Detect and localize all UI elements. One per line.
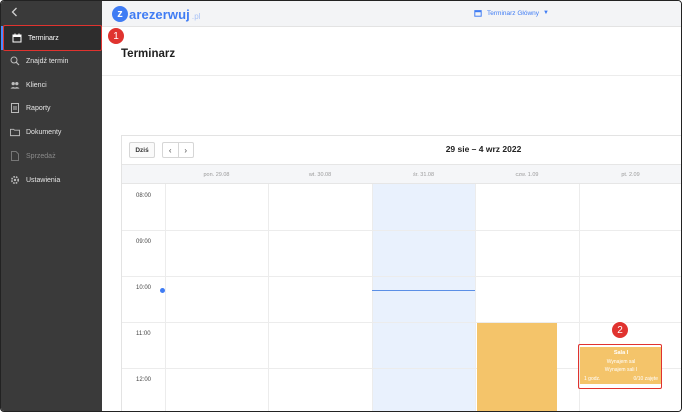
- event-block[interactable]: [477, 323, 557, 411]
- back-arrow-icon[interactable]: [9, 6, 23, 20]
- logo-suffix: .pl: [191, 11, 201, 21]
- folder-icon: [10, 127, 20, 137]
- sidebar-item-raporty[interactable]: Raporty: [1, 96, 102, 120]
- day-header: wt. 30.08: [308, 171, 332, 178]
- sidebar-item-klienci[interactable]: Klienci: [1, 73, 102, 97]
- day-header-row: pon. 29.08 wt. 30.08 śr. 31.08 czw. 1.09…: [122, 164, 681, 184]
- hour-line: [122, 230, 681, 231]
- time-label: 11:00: [136, 331, 151, 337]
- column-line: [475, 184, 476, 411]
- time-label: 08:00: [136, 193, 152, 199]
- sidebar-item-label: Raporty: [26, 104, 51, 112]
- calendar-toolbar: Dziś ‹ › 29 sie – 4 wrz 2022: [122, 136, 681, 164]
- page-title: Terminarz: [121, 48, 176, 60]
- sidebar-item-sprzedaz[interactable]: Sprzedaż: [1, 144, 102, 168]
- sidebar-item-ustawienia[interactable]: Ustawienia: [1, 168, 102, 192]
- time-label: 09:00: [136, 239, 152, 245]
- calendar-selector-label: Terminarz Główny: [487, 9, 540, 17]
- logo-text: arezerwuj .pl: [129, 7, 201, 22]
- caret-down-icon: ▼: [543, 10, 549, 16]
- highlight-box: [3, 25, 102, 51]
- gear-icon: [10, 175, 20, 185]
- calendar-icon: [474, 9, 482, 17]
- day-header: czw. 1.09: [515, 171, 539, 178]
- sidebar-item-label: Znajdź termin: [26, 57, 69, 65]
- divider: [102, 75, 681, 76]
- sidebar-item-znajdz-termin[interactable]: Znajdź termin: [1, 49, 102, 73]
- sidebar-item-label: Sprzedaż: [26, 152, 56, 160]
- sidebar-item-label: Klienci: [26, 81, 47, 89]
- highlight-box: [578, 344, 662, 389]
- sidebar-item-dokumenty[interactable]: Dokumenty: [1, 120, 102, 144]
- date-range-title: 29 sie – 4 wrz 2022: [445, 144, 522, 154]
- time-label: 10:00: [136, 285, 152, 291]
- sidebar-item-label: Dokumenty: [26, 128, 62, 136]
- calendar-selector[interactable]: Terminarz Główny ▼: [474, 9, 549, 17]
- document-icon: [10, 151, 20, 161]
- day-header: pon. 29.08: [203, 171, 230, 178]
- today-column: [372, 184, 475, 411]
- column-line: [268, 184, 269, 411]
- app-window: Terminarz Znajdź termin Klienci Raporty: [0, 0, 682, 412]
- logo-wordmark: arezerwuj: [129, 6, 190, 22]
- step-badge-2: 2: [611, 321, 629, 339]
- step-badge-1: 1: [107, 27, 125, 45]
- search-icon: [10, 56, 20, 66]
- hour-line: [122, 276, 681, 277]
- sidebar-item-label: Ustawienia: [26, 176, 61, 184]
- users-icon: [10, 80, 20, 90]
- logo[interactable]: z arezerwuj .pl: [112, 5, 201, 23]
- day-header: śr. 31.08: [412, 171, 435, 178]
- time-label: 12:00: [136, 377, 152, 383]
- current-time-dot: [160, 288, 165, 293]
- column-line: [165, 184, 166, 411]
- top-bar: z arezerwuj .pl Terminarz Główny ▼: [102, 1, 681, 27]
- logo-mark: z: [112, 6, 128, 22]
- report-icon: [10, 103, 20, 113]
- column-line: [372, 184, 373, 411]
- hour-line: [122, 322, 681, 323]
- day-header: pt. 2.09: [621, 171, 640, 178]
- sidebar: Terminarz Znajdź termin Klienci Raporty: [1, 1, 102, 411]
- current-time-line: [372, 290, 475, 291]
